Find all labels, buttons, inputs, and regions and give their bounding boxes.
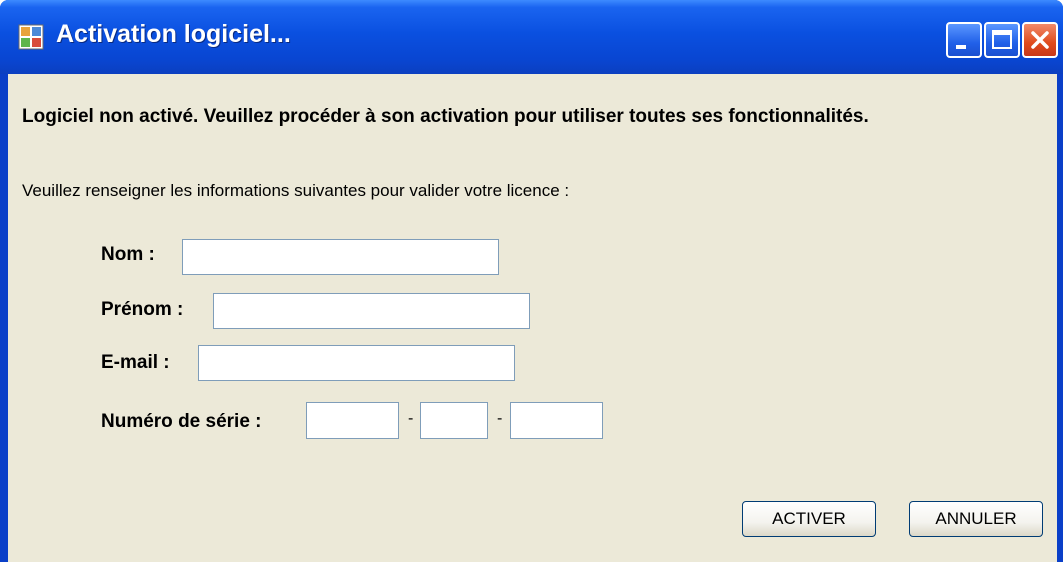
minimize-button[interactable] [946, 22, 982, 58]
activation-warning: Logiciel non activé. Veuillez procéder à… [22, 106, 869, 127]
cancel-button[interactable]: ANNULER [909, 501, 1043, 537]
serial-part-1-input[interactable] [306, 402, 399, 439]
maximize-button[interactable] [984, 22, 1020, 58]
email-input[interactable] [198, 345, 515, 381]
serial-part-3-input[interactable] [510, 402, 603, 439]
activation-window: Activation logiciel... Logiciel non acti… [0, 0, 1063, 562]
instructions-text: Veuillez renseigner les informations sui… [22, 181, 570, 200]
app-window-icon [18, 24, 44, 50]
close-button[interactable] [1022, 22, 1058, 58]
serial-label: Numéro de série : [101, 411, 262, 432]
nom-input[interactable] [182, 239, 499, 275]
prenom-label: Prénom : [101, 299, 184, 320]
serial-separator: - [497, 410, 503, 427]
prenom-input[interactable] [213, 293, 530, 329]
window-title: Activation logiciel... [56, 20, 291, 48]
nom-label: Nom : [101, 244, 155, 265]
serial-part-2-input[interactable] [420, 402, 488, 439]
activate-button[interactable]: ACTIVER [742, 501, 876, 537]
serial-separator: - [408, 410, 414, 427]
maximize-icon [992, 30, 1012, 49]
dialog-body: Logiciel non activé. Veuillez procéder à… [8, 74, 1057, 562]
title-bar[interactable]: Activation logiciel... [0, 0, 1063, 74]
close-icon [1031, 31, 1049, 49]
minimize-icon [956, 45, 966, 49]
email-label: E-mail : [101, 352, 170, 373]
